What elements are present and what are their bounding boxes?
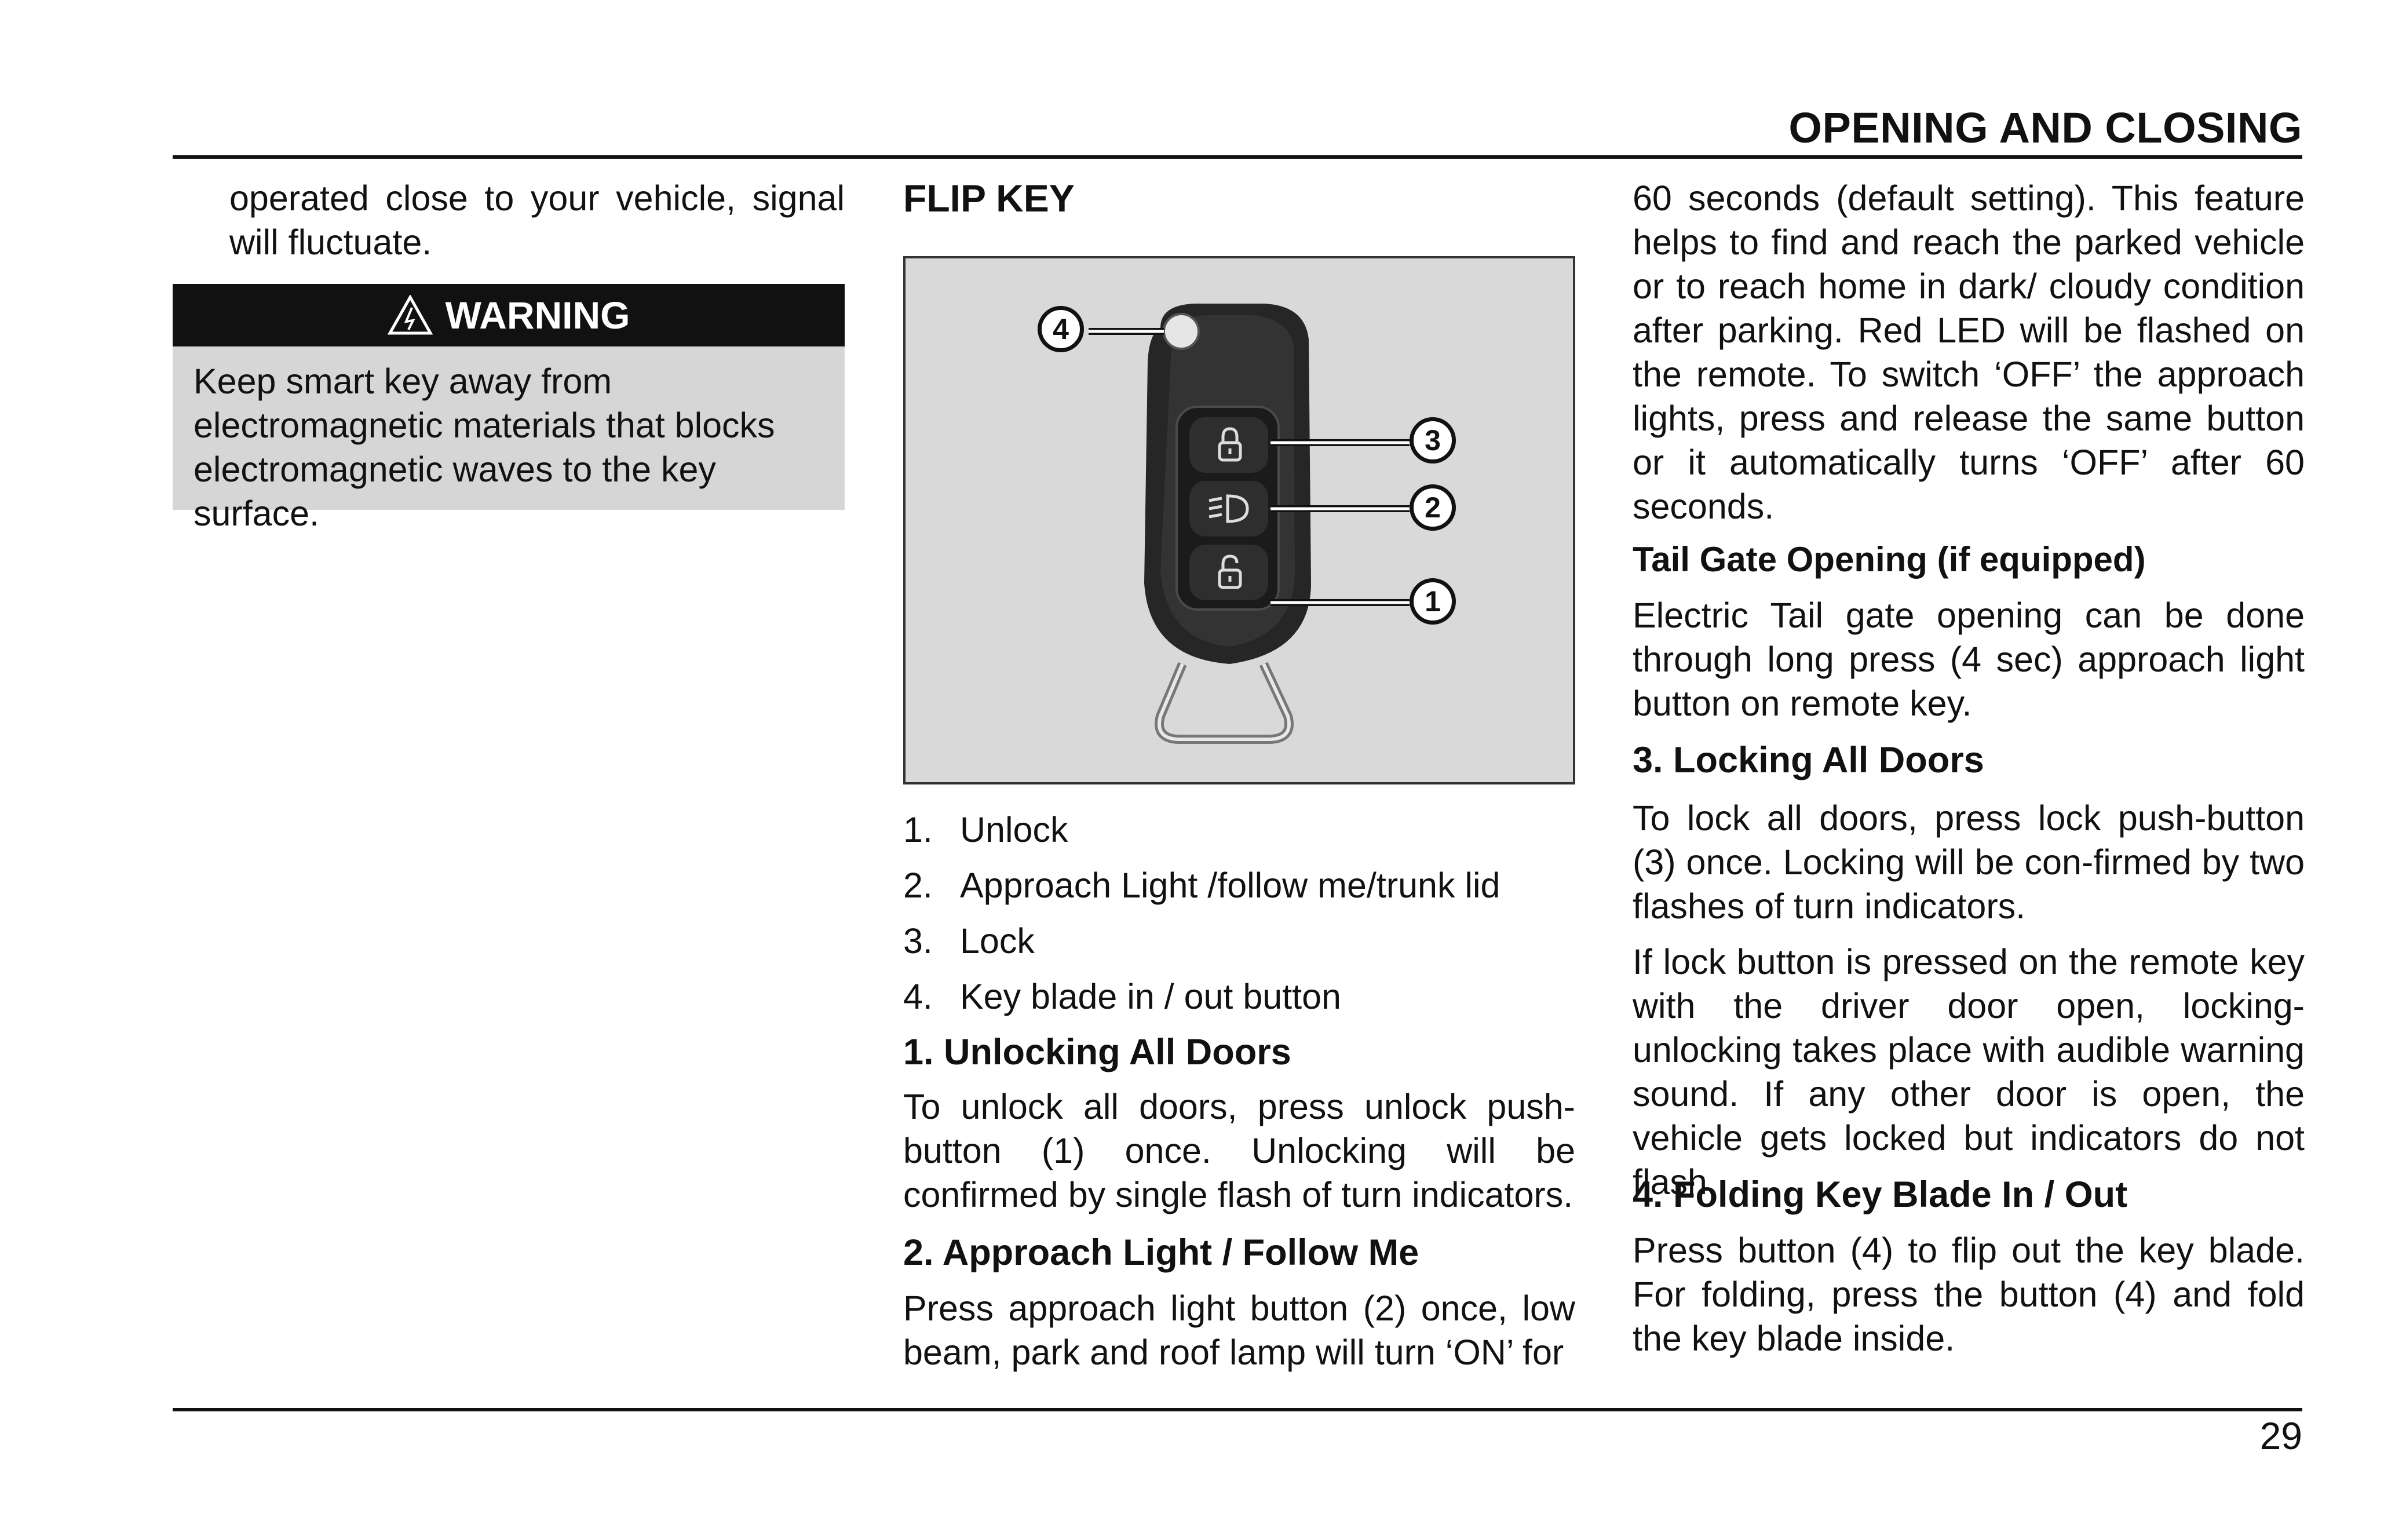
callout-4: 4 [1038,306,1084,352]
approach-heading: 2. Approach Light / Follow Me [903,1232,1419,1273]
warning-text: Keep smart key away from electromagnetic… [194,362,775,533]
flip-key-title: FLIP KEY [903,177,1075,220]
header-rule [173,155,2302,159]
legend-item-2: 2. Approach Light /follow me/trunk lid [903,866,1500,905]
legend-item-4: 4. Key blade in / out button [903,977,1341,1016]
page-number: 29 [2259,1414,2302,1457]
lock-heading: 3. Locking All Doors [1633,740,1984,780]
flip-key-figure: 4 3 2 1 [903,256,1575,784]
legend-item-1: 1. Unlock [903,810,1068,849]
warning-title: WARNING [445,294,630,337]
unlock-text: To unlock all doors, press unlock push-b… [903,1087,1575,1214]
warning-triangle-icon [387,295,433,335]
tailgate-heading: Tail Gate Opening (if equipped) [1633,540,2146,579]
footer-rule [173,1408,2302,1411]
callout-leaders [1089,328,1410,606]
unlock-heading: 1. Unlocking All Doors [903,1032,1291,1072]
callout-3: 3 [1410,417,1456,464]
tailgate-text: Electric Tail gate opening can be done t… [1633,596,2305,723]
lock-text: To lock all doors, press lock push-butto… [1633,798,2305,926]
legend-item-3: 3. Lock [903,921,1035,961]
callout-1: 1 [1410,578,1456,625]
approach-text: Press approach light button (2) once, lo… [903,1289,1575,1372]
warning-body: Keep smart key away from electromagnetic… [173,346,845,533]
intro-text: operated close to your vehicle, signal w… [229,178,845,262]
section-title: OPENING AND CLOSING [1788,104,2302,152]
warning-header: WARNING [173,284,845,346]
callout-2: 2 [1410,484,1456,531]
fold-text: Press button (4) to flip out the key bla… [1633,1231,2305,1358]
fold-heading: 4. Folding Key Blade In / Out [1633,1174,2128,1215]
approach-text-continued: 60 seconds (default setting). This featu… [1633,178,2305,526]
lock-note: If lock button is pressed on the remote … [1633,942,2305,1202]
